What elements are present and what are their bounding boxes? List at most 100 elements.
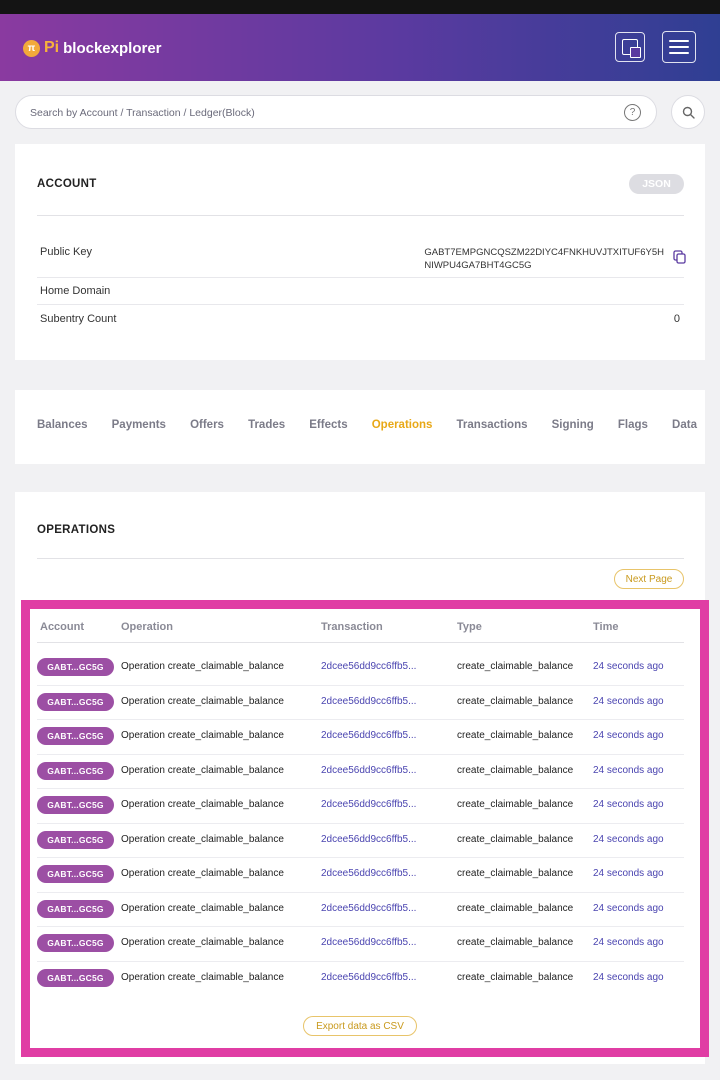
type-cell: create_claimable_balance: [457, 799, 574, 810]
operations-title: OPERATIONS: [37, 524, 116, 536]
operation-cell: Operation create_claimable_balance: [121, 695, 284, 707]
subentry-count-value: 0: [673, 313, 680, 325]
table-row: GABT...GC5G Operation create_claimable_ba…: [37, 858, 684, 893]
time-link[interactable]: 24 seconds ago: [593, 903, 664, 914]
subentry-count-label: Subentry Count: [40, 313, 117, 325]
tab-data[interactable]: Data: [672, 419, 697, 431]
table-row: GABT...GC5G Operation create_claimable_ba…: [37, 651, 684, 686]
logo-pi-text: Pi: [44, 39, 60, 56]
translate-icon: [622, 39, 641, 58]
time-link[interactable]: 24 seconds ago: [593, 868, 664, 879]
table-row: GABT...GC5G Operation create_claimable_ba…: [37, 789, 684, 824]
tab-signing[interactable]: Signing: [552, 419, 594, 431]
public-key-label: Public Key: [40, 246, 92, 258]
table-row: GABT...GC5G Operation create_claimable_ba…: [37, 962, 684, 997]
operation-cell: Operation create_claimable_balance: [121, 937, 284, 948]
time-link[interactable]: 24 seconds ago: [593, 834, 664, 845]
help-icon[interactable]: ?: [624, 104, 641, 121]
type-cell: create_claimable_balance: [457, 730, 574, 741]
transaction-link[interactable]: 2dcee56dd9cc6ffb5...: [321, 834, 416, 845]
operation-cell: Operation create_claimable_balance: [121, 661, 284, 672]
account-tabs-card: Balances Payments Offers Trades Effects …: [15, 390, 705, 464]
column-header-type: Type: [457, 621, 482, 633]
time-link[interactable]: 24 seconds ago: [593, 765, 664, 776]
table-row: GABT...GC5G Operation create_claimable_ba…: [37, 686, 684, 720]
translate-button[interactable]: [615, 32, 645, 62]
operation-cell: Operation create_claimable_balance: [121, 799, 284, 810]
type-cell: create_claimable_balance: [457, 971, 574, 983]
time-link[interactable]: 24 seconds ago: [593, 972, 664, 983]
time-link[interactable]: 24 seconds ago: [593, 730, 664, 741]
transaction-link[interactable]: 2dcee56dd9cc6ffb5...: [321, 903, 416, 914]
tab-flags[interactable]: Flags: [618, 419, 648, 431]
tab-balances[interactable]: Balances: [37, 419, 88, 431]
account-pill[interactable]: GABT...GC5G: [37, 899, 114, 918]
time-link[interactable]: 24 seconds ago: [593, 696, 664, 707]
search-icon: [682, 106, 695, 119]
subentry-count-row: Subentry Count 0: [37, 305, 684, 333]
account-pill[interactable]: GABT...GC5G: [37, 692, 114, 711]
transaction-link[interactable]: 2dcee56dd9cc6ffb5...: [321, 730, 416, 741]
tab-effects[interactable]: Effects: [309, 419, 347, 431]
tab-bar: Balances Payments Offers Trades Effects …: [37, 419, 697, 431]
time-link[interactable]: 24 seconds ago: [593, 661, 664, 672]
operation-cell: Operation create_claimable_balance: [121, 902, 284, 914]
table-row: GABT...GC5G Operation create_claimable_ba…: [37, 824, 684, 858]
account-pill[interactable]: GABT...GC5G: [37, 761, 114, 780]
tab-transactions[interactable]: Transactions: [457, 419, 528, 431]
column-header-time: Time: [593, 621, 619, 633]
transaction-link[interactable]: 2dcee56dd9cc6ffb5...: [321, 661, 416, 672]
transaction-link[interactable]: 2dcee56dd9cc6ffb5...: [321, 765, 416, 776]
menu-button[interactable]: [662, 31, 696, 63]
column-header-operation: Operation: [121, 621, 173, 633]
account-pill[interactable]: GABT...GC5G: [37, 658, 114, 676]
transaction-link[interactable]: 2dcee56dd9cc6ffb5...: [321, 696, 416, 707]
public-key-row: Public Key GABT7EMPGNCQSZM22DIYC4FNKHUVJ…: [37, 240, 686, 278]
type-cell: create_claimable_balance: [457, 902, 574, 914]
account-pill[interactable]: GABT...GC5G: [37, 727, 114, 745]
account-pill[interactable]: GABT...GC5G: [37, 865, 114, 883]
transaction-link[interactable]: 2dcee56dd9cc6ffb5...: [321, 868, 416, 879]
public-key-line1: GABT7EMPGNCQSZM22DIYC4FNKHUVJTXITUF6Y5H: [424, 247, 664, 258]
tab-operations[interactable]: Operations: [372, 419, 433, 431]
operation-cell: Operation create_claimable_balance: [121, 764, 284, 776]
logo-blockexplorer-text: blockexplorer: [63, 39, 162, 57]
search-button[interactable]: [671, 95, 705, 129]
table-row: GABT...GC5G Operation create_claimable_ba…: [37, 755, 684, 789]
export-csv-button[interactable]: Export data as CSV: [303, 1016, 417, 1036]
account-pill[interactable]: GABT...GC5G: [37, 830, 114, 849]
home-domain-label: Home Domain: [40, 285, 111, 297]
copy-icon[interactable]: [673, 250, 686, 264]
app-header: π Pi blockexplorer: [0, 14, 720, 81]
tab-offers[interactable]: Offers: [190, 419, 224, 431]
system-status-bar: [0, 0, 720, 14]
next-page-button[interactable]: Next Page: [614, 569, 684, 589]
table-row: GABT...GC5G Operation create_claimable_ba…: [37, 893, 684, 927]
json-button[interactable]: JSON: [629, 174, 684, 194]
operation-cell: Operation create_claimable_balance: [121, 971, 284, 983]
site-logo[interactable]: π Pi blockexplorer: [23, 36, 162, 60]
transaction-link[interactable]: 2dcee56dd9cc6ffb5...: [321, 799, 416, 810]
type-cell: create_claimable_balance: [457, 661, 574, 672]
time-link[interactable]: 24 seconds ago: [593, 937, 664, 948]
operation-cell: Operation create_claimable_balance: [121, 730, 284, 741]
account-pill[interactable]: GABT...GC5G: [37, 796, 114, 814]
transaction-link[interactable]: 2dcee56dd9cc6ffb5...: [321, 972, 416, 983]
public-key-value[interactable]: GABT7EMPGNCQSZM22DIYC4FNKHUVJTXITUF6Y5H …: [424, 246, 664, 272]
operations-divider: [37, 558, 684, 559]
account-pill[interactable]: GABT...GC5G: [37, 934, 114, 952]
table-row: GABT...GC5G Operation create_claimable_ba…: [37, 720, 684, 755]
type-cell: create_claimable_balance: [457, 695, 574, 707]
time-link[interactable]: 24 seconds ago: [593, 799, 664, 810]
tab-payments[interactable]: Payments: [112, 419, 166, 431]
column-header-account: Account: [40, 621, 84, 633]
type-cell: create_claimable_balance: [457, 833, 574, 845]
tab-trades[interactable]: Trades: [248, 419, 285, 431]
pi-coin-icon: π: [23, 39, 40, 57]
transaction-link[interactable]: 2dcee56dd9cc6ffb5...: [321, 937, 416, 948]
type-cell: create_claimable_balance: [457, 868, 574, 879]
account-pill[interactable]: GABT...GC5G: [37, 968, 114, 987]
search-input[interactable]: [30, 104, 610, 122]
home-domain-row: Home Domain: [37, 278, 684, 305]
account-divider: [37, 215, 684, 216]
